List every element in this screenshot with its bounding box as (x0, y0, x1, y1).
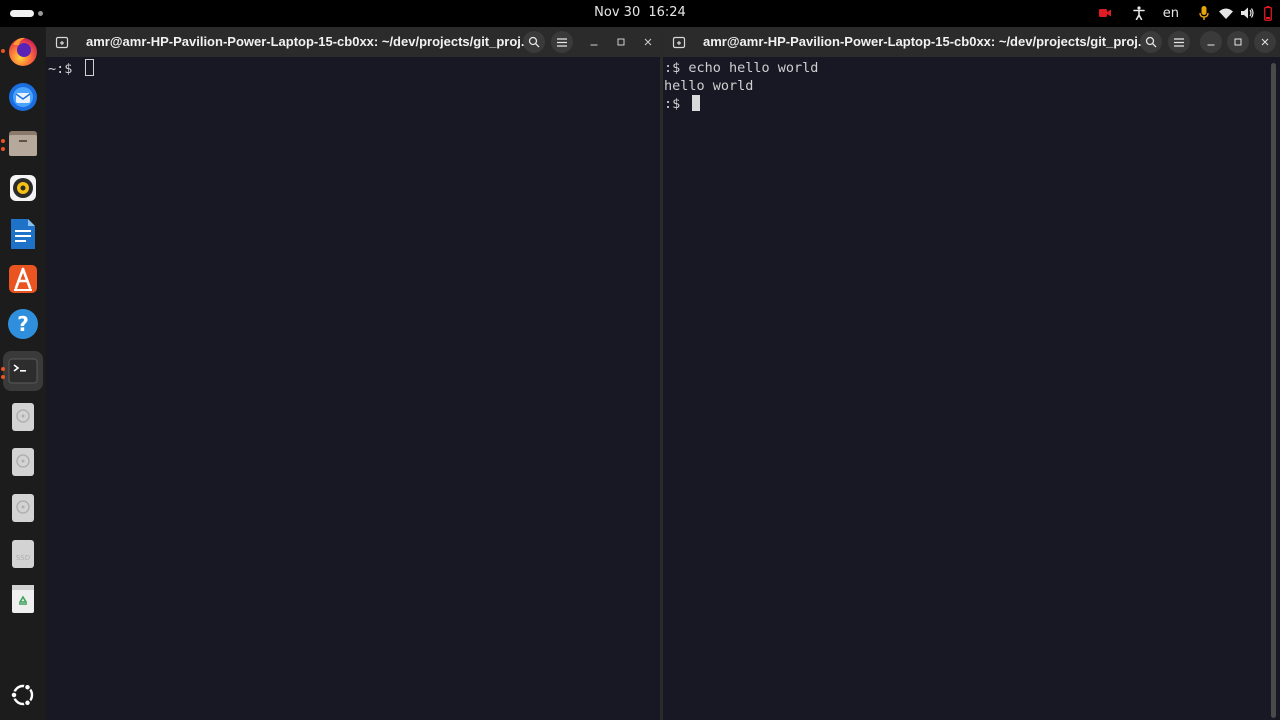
maximize-icon[interactable] (610, 31, 632, 53)
dock-item-help[interactable]: ? (3, 304, 43, 344)
dock-item-firefox[interactable] (3, 31, 43, 71)
dock-item-writer[interactable] (3, 214, 43, 254)
terminal-title: amr@amr-HP-Pavilion-Power-Laptop-15-cb0x… (703, 34, 1149, 49)
terminal-window-left[interactable]: amr@amr-HP-Pavilion-Power-Laptop-15-cb0x… (46, 27, 660, 720)
microphone-icon[interactable] (1199, 4, 1209, 22)
screen-record-icon[interactable] (1098, 4, 1111, 22)
terminal-cursor (692, 95, 701, 111)
running-indicator (1, 139, 5, 143)
dock-item-ssd[interactable]: SSD (3, 534, 43, 574)
new-tab-icon[interactable] (671, 34, 687, 50)
show-apps-icon (10, 683, 34, 707)
volume-icon[interactable] (1241, 4, 1254, 22)
terminal-window-right[interactable]: amr@amr-HP-Pavilion-Power-Laptop-15-cb0x… (663, 27, 1280, 720)
hamburger-menu-icon[interactable] (551, 31, 573, 53)
disk-drive-icon (12, 494, 34, 522)
wifi-icon[interactable] (1219, 4, 1233, 22)
clock-date: Nov 30 (594, 5, 641, 20)
terminal-prompt-line: :$ (664, 95, 818, 113)
new-tab-icon[interactable] (54, 34, 70, 50)
terminal-line: :$ echo hello world (664, 60, 819, 76)
terminal-title: amr@amr-HP-Pavilion-Power-Laptop-15-cb0x… (86, 34, 532, 49)
close-icon[interactable] (637, 31, 659, 53)
hamburger-menu-icon[interactable] (1168, 31, 1190, 53)
svg-text:?: ? (17, 312, 29, 336)
terminal-line: ~:$ (48, 61, 81, 77)
search-icon[interactable] (523, 31, 545, 53)
close-icon[interactable] (1254, 31, 1276, 53)
battery-icon[interactable] (1264, 4, 1272, 22)
minimize-icon[interactable] (1200, 31, 1222, 53)
keyboard-language[interactable]: en (1163, 4, 1179, 22)
accessibility-icon[interactable] (1132, 4, 1145, 22)
minimize-icon[interactable] (583, 31, 605, 53)
dock-item-drive-1[interactable] (3, 397, 43, 437)
disk-drive-icon (12, 448, 34, 476)
running-indicator (1, 49, 5, 53)
dock-item-files[interactable] (3, 123, 43, 163)
top-bar: Nov 30 16:24 en (0, 0, 1280, 27)
terminal-line: hello world (664, 78, 754, 94)
firefox-icon (9, 37, 37, 66)
dock-item-drive-2[interactable] (3, 442, 43, 482)
rhythmbox-icon (10, 175, 36, 201)
libreoffice-writer-icon (11, 219, 35, 249)
terminal-icon (8, 358, 38, 384)
disk-drive-icon (12, 403, 34, 431)
terminal-scrollbar[interactable] (1271, 63, 1276, 718)
trash-icon (12, 585, 34, 613)
terminal-output[interactable]: :$ echo hello world hello world :$ (664, 59, 818, 113)
help-icon: ? (8, 309, 38, 339)
dock-item-drive-3[interactable] (3, 488, 43, 528)
terminal-titlebar[interactable]: amr@amr-HP-Pavilion-Power-Laptop-15-cb0x… (46, 27, 660, 57)
app-center-icon (9, 265, 37, 293)
dock-item-rhythmbox[interactable] (3, 168, 43, 208)
dock: ? SSD (0, 27, 46, 720)
dock-item-app-center[interactable] (3, 259, 43, 299)
dock-item-trash[interactable] (3, 579, 43, 619)
clock[interactable]: Nov 30 16:24 (0, 5, 1280, 20)
files-icon (9, 131, 37, 156)
terminal-titlebar[interactable]: amr@amr-HP-Pavilion-Power-Laptop-15-cb0x… (663, 27, 1280, 57)
running-indicator (1, 147, 5, 151)
clock-time: 16:24 (648, 5, 686, 20)
terminal-line: :$ (664, 96, 689, 112)
dock-item-thunderbird[interactable] (3, 77, 43, 117)
thunderbird-icon (9, 83, 37, 111)
dock-item-terminal[interactable] (3, 351, 43, 391)
search-icon[interactable] (1140, 31, 1162, 53)
terminal-cursor (84, 59, 94, 76)
terminal-output[interactable]: ~:$ (48, 59, 94, 78)
running-indicator (1, 367, 5, 371)
dock-item-show-apps[interactable] (3, 675, 43, 715)
maximize-icon[interactable] (1227, 31, 1249, 53)
system-tray[interactable]: en (1098, 4, 1272, 22)
ssd-label: SSD (16, 554, 30, 562)
running-indicator (1, 375, 5, 379)
ssd-drive-icon: SSD (12, 540, 34, 568)
